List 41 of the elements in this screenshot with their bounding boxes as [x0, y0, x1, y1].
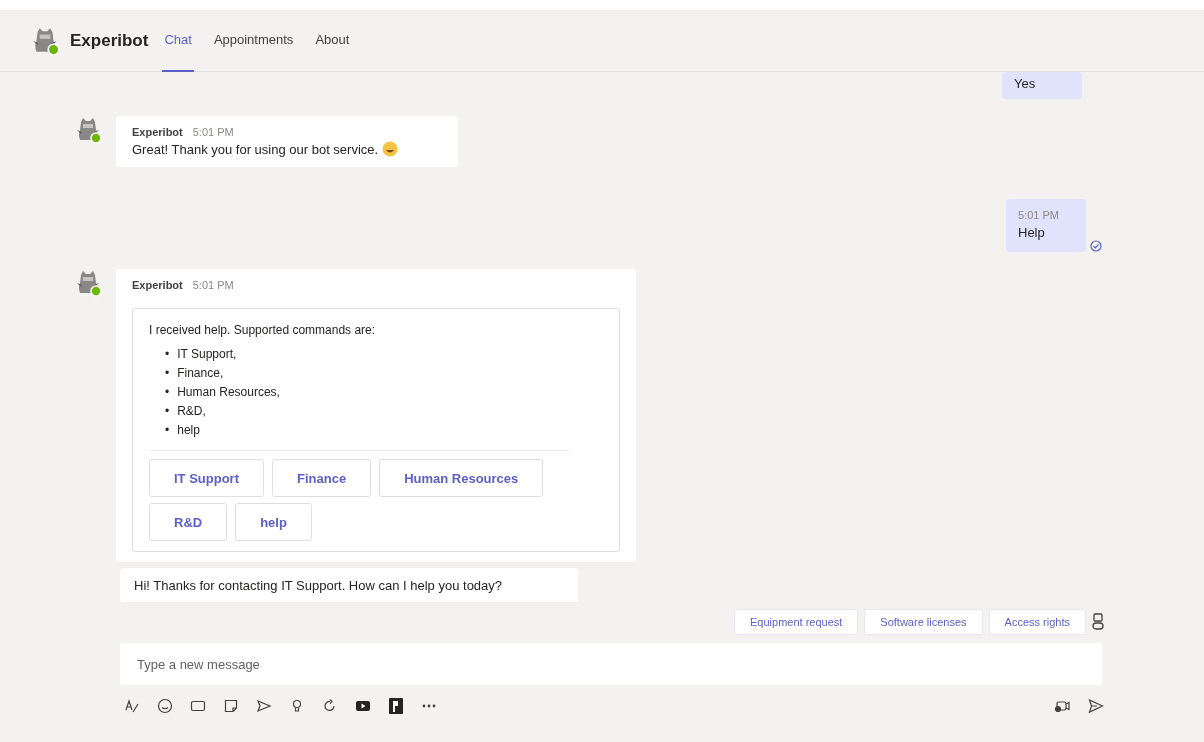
command-button[interactable]: help	[235, 503, 312, 541]
emoji-icon[interactable]	[157, 698, 173, 714]
message-time: 5:01 PM	[1018, 209, 1060, 221]
suggested-action-button[interactable]: Equipment request	[734, 609, 859, 635]
command-button[interactable]: Human Resources	[379, 459, 544, 497]
sender-name: Experibot	[132, 279, 183, 291]
command-button[interactable]: IT Support	[149, 459, 264, 497]
bullet: •	[165, 403, 170, 420]
format-icon[interactable]	[124, 698, 140, 714]
command-list-item: Finance,	[177, 365, 224, 382]
send-icon[interactable]	[1088, 698, 1104, 714]
tab[interactable]: Appointments	[211, 9, 296, 72]
app-icon[interactable]	[388, 697, 404, 715]
suggested-action-button[interactable]: Access rights	[988, 609, 1086, 635]
command-button[interactable]: Finance	[272, 459, 372, 497]
bot-icon[interactable]	[1092, 613, 1104, 631]
command-list-item: Human Resources,	[177, 384, 280, 401]
bot-name: Experibot	[70, 30, 149, 51]
send-arrow-icon[interactable]	[256, 698, 272, 714]
bullet: •	[165, 384, 170, 401]
suggested-action-button[interactable]: Software licenses	[864, 609, 983, 635]
sticker-icon[interactable]	[223, 698, 239, 714]
message-text: Great! Thank you for using our bot service.	[132, 141, 379, 157]
command-list-item: R&D,	[177, 403, 206, 420]
message-text: Hi! Thanks for contacting IT Support. How can I help you today?	[134, 578, 503, 593]
loop-icon[interactable]	[322, 698, 338, 714]
bullet: •	[165, 422, 170, 439]
message-time: 5:01 PM	[192, 126, 234, 138]
command-button[interactable]: R&D	[149, 503, 228, 541]
message-time: 5:01 PM	[192, 279, 234, 291]
camera-icon[interactable]	[1053, 698, 1071, 714]
card-text: I received help. Supported commands are:	[149, 323, 377, 337]
message-text: Help	[1018, 225, 1046, 240]
command-list-item: IT Support,	[177, 346, 237, 363]
bullet: •	[165, 365, 170, 382]
sender-name: Experibot	[132, 126, 183, 138]
tab[interactable]: About	[313, 9, 352, 72]
video-icon[interactable]	[355, 698, 371, 714]
command-list-item: help	[177, 422, 200, 439]
message-text: Yes	[1014, 76, 1037, 91]
bullet: •	[165, 346, 170, 363]
